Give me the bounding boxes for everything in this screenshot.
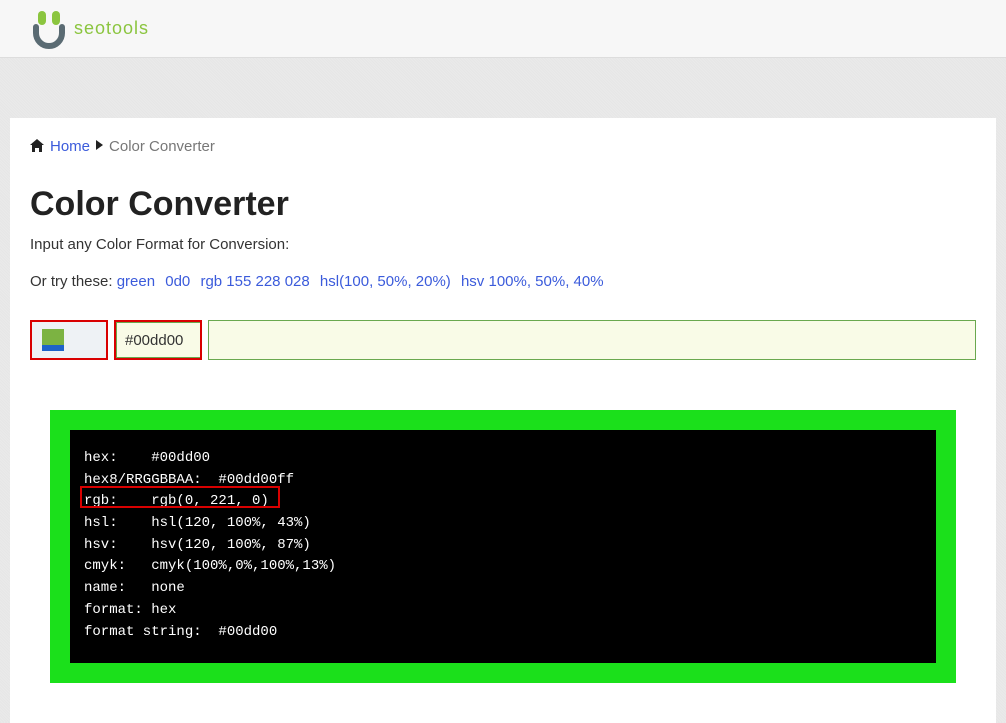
- color-input-extension[interactable]: [208, 320, 976, 360]
- try-example-rgb[interactable]: rgb 155 228 028: [200, 273, 309, 290]
- try-examples-line: Or try these: green 0d0 rgb 155 228 028 …: [30, 273, 976, 290]
- result-hex8: hex8/RRGGBBAA: #00dd00ff: [84, 470, 922, 492]
- try-example-hsl[interactable]: hsl(100, 50%, 20%): [320, 273, 451, 290]
- color-input-highlight: [114, 320, 202, 360]
- top-bar: seotools: [0, 0, 1006, 58]
- color-input[interactable]: [116, 322, 200, 358]
- result-hex: hex: #00dd00: [84, 448, 922, 470]
- result-cmyk: cmyk: cmyk(100%,0%,100%,13%): [84, 556, 922, 578]
- try-label: Or try these:: [30, 273, 117, 290]
- result-format-string: format string: #00dd00: [84, 622, 922, 644]
- result-hsl: hsl: hsl(120, 100%, 43%): [84, 513, 922, 535]
- breadcrumb: Home Color Converter: [30, 138, 976, 155]
- result-panel: hex: #00dd00hex8/RRGGBBAA: #00dd00ffrgb:…: [50, 410, 956, 683]
- subheading: Input any Color Format for Conversion:: [30, 236, 976, 253]
- result-format: format: hex: [84, 600, 922, 622]
- breadcrumb-current: Color Converter: [109, 138, 215, 155]
- try-example-green[interactable]: green: [117, 273, 155, 290]
- result-name: name: none: [84, 578, 922, 600]
- home-icon: [30, 139, 44, 155]
- try-example-0d0[interactable]: 0d0: [165, 273, 190, 290]
- logo-icon: [30, 9, 70, 49]
- main-card: Home Color Converter Color Converter Inp…: [10, 118, 996, 723]
- page-title: Color Converter: [30, 185, 976, 224]
- logo-text: seotools: [74, 18, 149, 39]
- logo[interactable]: seotools: [30, 9, 149, 49]
- input-row: [30, 320, 976, 360]
- result-hsv: hsv: hsv(120, 100%, 87%): [84, 535, 922, 557]
- breadcrumb-separator-icon: [96, 140, 103, 153]
- breadcrumb-home-link[interactable]: Home: [50, 138, 90, 155]
- color-swatch[interactable]: [30, 320, 108, 360]
- result-rgb: rgb: rgb(0, 221, 0): [84, 491, 922, 513]
- result-terminal: hex: #00dd00hex8/RRGGBBAA: #00dd00ffrgb:…: [70, 430, 936, 663]
- color-swatch-preview: [42, 329, 64, 351]
- try-example-hsv[interactable]: hsv 100%, 50%, 40%: [461, 273, 604, 290]
